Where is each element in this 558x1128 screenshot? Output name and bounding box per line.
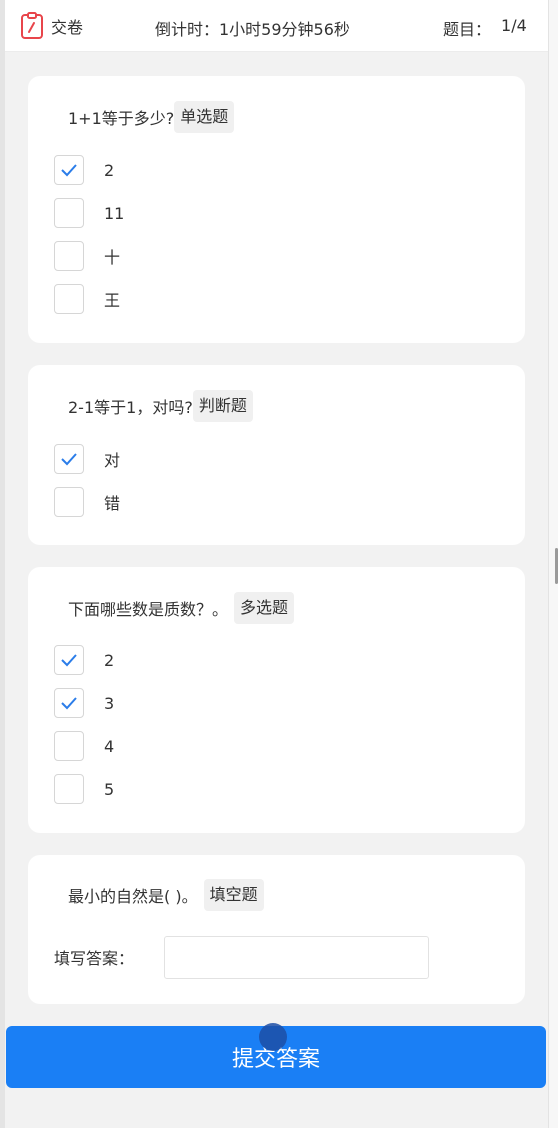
question-card-1: 1+1等于多少? 单选题 2 11 十 王 <box>28 76 525 343</box>
option-label: 王 <box>104 291 121 310</box>
countdown-timer: 倒计时：1小时59分钟56秒 <box>155 20 350 39</box>
option-3-3[interactable]: 4 <box>54 730 114 762</box>
question-type-badge: 判断题 <box>192 390 253 422</box>
option-label: 十 <box>104 248 121 267</box>
checkbox[interactable] <box>54 241 84 271</box>
checkbox[interactable] <box>54 731 84 761</box>
left-edge <box>0 0 5 1128</box>
question-progress: 题目： 1/4 <box>443 16 527 40</box>
question-card-3: 下面哪些数是质数？。 多选题 2 3 4 5 <box>28 567 525 833</box>
checkmark-icon <box>61 697 77 710</box>
checkbox[interactable] <box>54 444 84 474</box>
question-title: 下面哪些数是质数？。 多选题 <box>68 592 295 624</box>
option-3-2[interactable]: 3 <box>54 687 114 719</box>
scrollbar[interactable] <box>548 0 558 1128</box>
fill-answer-input[interactable] <box>164 935 429 979</box>
question-text: 1+1等于多少? <box>68 109 175 128</box>
question-title: 2-1等于1，对吗? 判断题 <box>68 390 253 422</box>
progress-value: 1/4 <box>501 16 527 35</box>
checkbox[interactable] <box>54 645 84 675</box>
checkmark-icon <box>61 654 77 667</box>
option-label: 错 <box>104 494 121 513</box>
checkmark-icon <box>61 453 77 466</box>
option-2-2[interactable]: 错 <box>54 486 120 518</box>
question-text: 最小的自然是( )。 <box>68 887 198 906</box>
option-3-1[interactable]: 2 <box>54 644 114 676</box>
option-1-3[interactable]: 十 <box>54 240 120 272</box>
question-type-badge: 单选题 <box>174 101 235 133</box>
checkbox[interactable] <box>54 688 84 718</box>
option-3-4[interactable]: 5 <box>54 773 114 805</box>
option-label: 4 <box>104 736 115 756</box>
question-text: 2-1等于1，对吗? <box>68 398 193 417</box>
question-type-badge: 多选题 <box>234 592 295 624</box>
option-label: 2 <box>104 650 115 670</box>
clipboard-icon <box>21 12 43 39</box>
option-1-4[interactable]: 王 <box>54 283 120 315</box>
progress-label: 题目： <box>443 20 492 39</box>
question-title: 1+1等于多少? 单选题 <box>68 101 235 133</box>
option-1-1[interactable]: 2 <box>54 154 114 186</box>
checkmark-icon <box>61 164 77 177</box>
fill-answer-label: 填写答案： <box>54 949 135 968</box>
submit-paper-label: 交卷 <box>51 18 84 37</box>
option-1-2[interactable]: 11 <box>54 197 124 229</box>
checkbox[interactable] <box>54 774 84 804</box>
checkbox[interactable] <box>54 155 84 185</box>
option-label: 5 <box>104 779 115 799</box>
checkbox[interactable] <box>54 198 84 228</box>
touch-indicator <box>259 1023 287 1051</box>
top-bar: 交卷 倒计时：1小时59分钟56秒 题目： 1/4 <box>5 0 548 52</box>
fill-answer-row: 填写答案： <box>54 935 429 979</box>
question-card-4: 最小的自然是( )。 填空题 填写答案： <box>28 855 525 1004</box>
question-card-2: 2-1等于1，对吗? 判断题 对 错 <box>28 365 525 545</box>
question-title: 最小的自然是( )。 填空题 <box>68 879 264 911</box>
question-text: 下面哪些数是质数？。 <box>68 600 229 619</box>
option-label: 对 <box>104 451 121 470</box>
option-2-1[interactable]: 对 <box>54 443 120 475</box>
checkbox[interactable] <box>54 284 84 314</box>
option-label: 2 <box>104 160 115 180</box>
app-frame: 交卷 倒计时：1小时59分钟56秒 题目： 1/4 1+1等于多少? 单选题 2… <box>0 0 558 1128</box>
checkbox[interactable] <box>54 487 84 517</box>
question-type-badge: 填空题 <box>203 879 264 911</box>
option-label: 11 <box>104 203 125 223</box>
submit-paper-button[interactable]: 交卷 <box>19 12 83 40</box>
option-label: 3 <box>104 693 115 713</box>
